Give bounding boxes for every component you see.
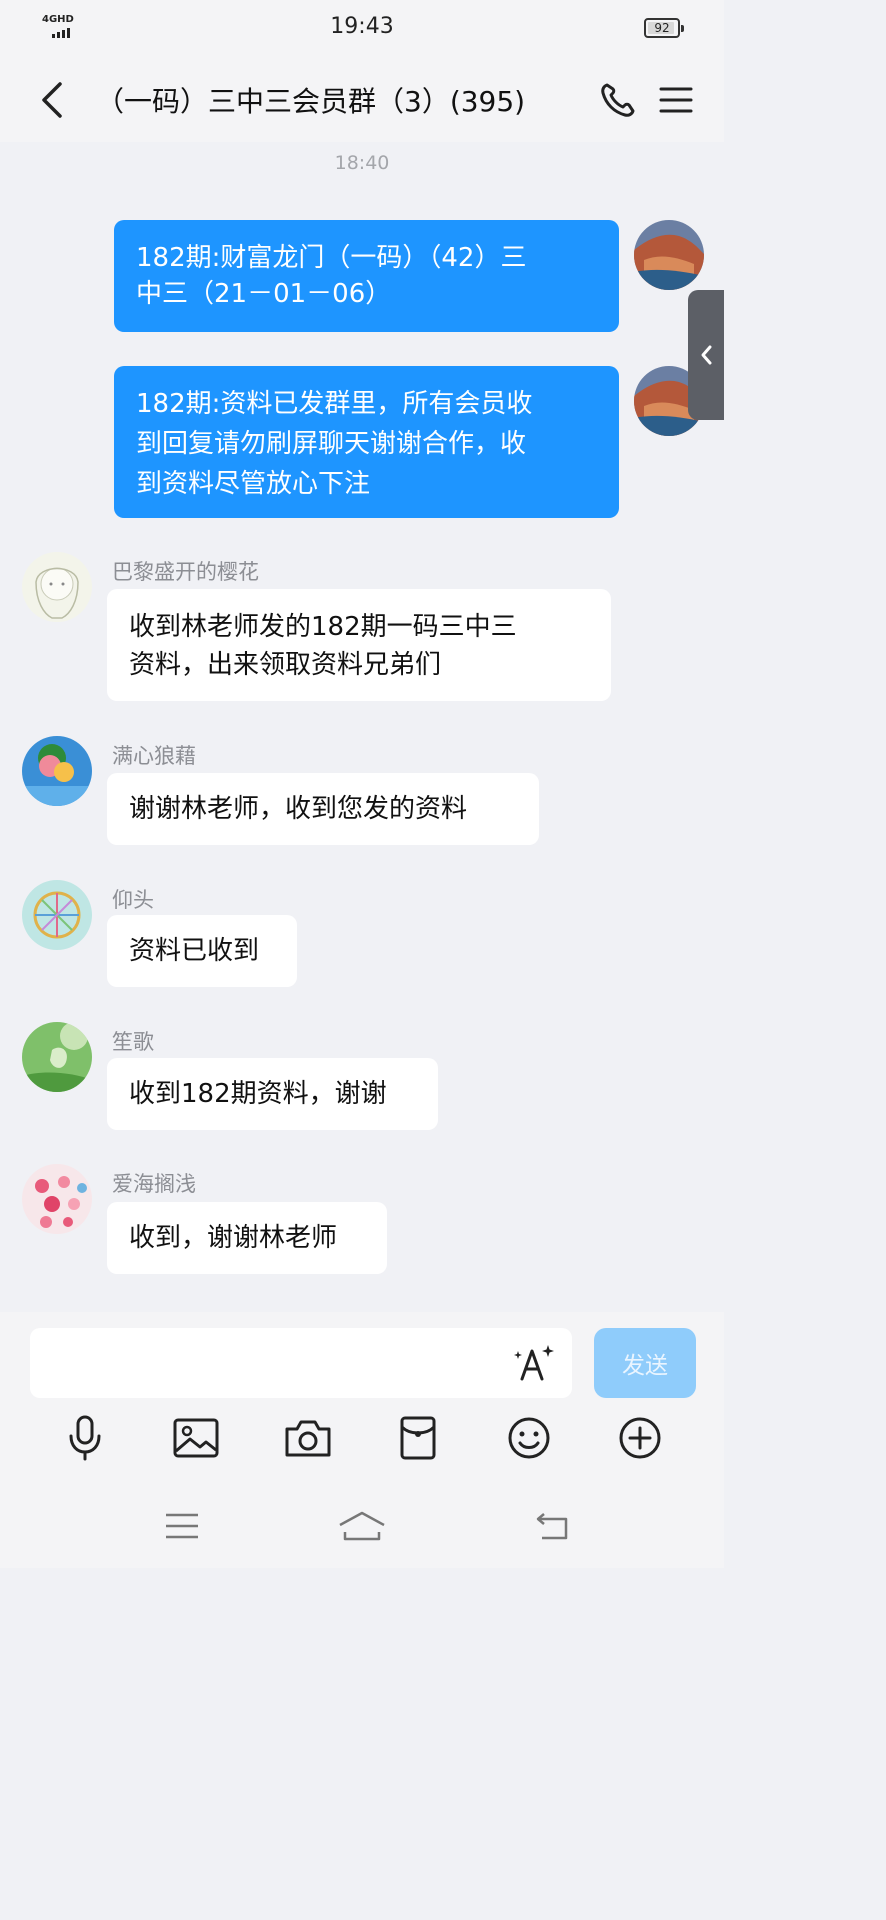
image-button[interactable] bbox=[166, 1408, 226, 1468]
plus-icon bbox=[619, 1417, 661, 1459]
message-line: 收到，谢谢林老师 bbox=[129, 1223, 338, 1253]
message-line: 谢谢林老师，收到您发的资料 bbox=[129, 794, 468, 824]
nav-menu-button[interactable] bbox=[152, 1504, 212, 1548]
phone-icon bbox=[601, 83, 635, 117]
font-sparkle-icon bbox=[514, 1345, 554, 1381]
incoming-message-bubble[interactable]: 收到，谢谢林老师 bbox=[107, 1202, 387, 1274]
sender-name: 巴黎盛开的樱花 bbox=[112, 560, 259, 584]
emoji-icon bbox=[508, 1417, 550, 1459]
message-line: 182期:资料已发群里，所有会员收 bbox=[136, 389, 533, 419]
red-packet-icon bbox=[400, 1416, 436, 1460]
sender-avatar[interactable] bbox=[22, 552, 92, 622]
avatar-image bbox=[22, 736, 92, 806]
message-line: 到资料尽管放心下注 bbox=[136, 469, 371, 499]
sender-name: 满心狼藉 bbox=[112, 744, 196, 768]
message-line: 资料，出来领取资料兄弟们 bbox=[129, 650, 442, 680]
sender-avatar[interactable] bbox=[22, 880, 92, 950]
send-button[interactable]: 发送 bbox=[594, 1328, 696, 1398]
sender-name: 仰头 bbox=[112, 888, 154, 912]
back-icon bbox=[536, 1513, 568, 1540]
sender-avatar[interactable] bbox=[22, 736, 92, 806]
message-timestamp: 18:40 bbox=[334, 152, 390, 174]
sender-name: 爱海搁浅 bbox=[112, 1172, 196, 1196]
image-icon bbox=[173, 1418, 219, 1458]
hamburger-menu-icon bbox=[659, 87, 693, 113]
chat-title: （一码）三中三会员群（3）(395) bbox=[96, 85, 526, 118]
menu-button[interactable] bbox=[652, 76, 700, 124]
battery-icon: 92 bbox=[644, 18, 684, 38]
incoming-message-bubble[interactable]: 收到182期资料，谢谢 bbox=[107, 1058, 438, 1130]
avatar-image bbox=[22, 552, 92, 622]
message-line: 中三（21－01－06） bbox=[136, 279, 392, 309]
sender-avatar[interactable] bbox=[22, 1022, 92, 1092]
incoming-message-bubble[interactable]: 谢谢林老师，收到您发的资料 bbox=[107, 773, 539, 845]
side-panel-tab[interactable] bbox=[688, 290, 724, 420]
camera-icon bbox=[285, 1420, 331, 1457]
chat-header: （一码）三中三会员群（3）(395) bbox=[0, 56, 724, 142]
emoji-button[interactable] bbox=[499, 1408, 559, 1468]
composer: 发送 bbox=[0, 1312, 724, 1568]
incoming-message-bubble[interactable]: 资料已收到 bbox=[107, 915, 297, 987]
avatar-image bbox=[22, 1164, 92, 1234]
self-avatar[interactable] bbox=[634, 220, 704, 290]
battery-level: 92 bbox=[654, 21, 670, 35]
more-button[interactable] bbox=[610, 1408, 670, 1468]
sender-avatar[interactable] bbox=[22, 1164, 92, 1234]
call-button[interactable] bbox=[594, 76, 642, 124]
menu-icon bbox=[166, 1513, 198, 1539]
outgoing-message-bubble[interactable]: 182期:财富龙门（一码）（42）三 中三（21－01－06） bbox=[114, 220, 619, 332]
message-line: 资料已收到 bbox=[129, 936, 260, 966]
incoming-message-bubble[interactable]: 收到林老师发的182期一码三中三 资料，出来领取资料兄弟们 bbox=[107, 589, 611, 701]
avatar-image bbox=[22, 880, 92, 950]
status-time: 19:43 bbox=[330, 14, 394, 39]
chevron-left-icon bbox=[701, 345, 712, 365]
back-button[interactable] bbox=[30, 78, 74, 122]
red-packet-button[interactable] bbox=[388, 1408, 448, 1468]
text-style-button[interactable] bbox=[510, 1340, 558, 1386]
outgoing-message-bubble[interactable]: 182期:资料已发群里，所有会员收 到回复请勿刷屏聊天谢谢合作，收 到资料尽管放… bbox=[114, 366, 619, 518]
avatar-image bbox=[634, 220, 704, 290]
message-input[interactable] bbox=[30, 1328, 572, 1398]
camera-button[interactable] bbox=[278, 1408, 338, 1468]
home-icon bbox=[339, 1511, 385, 1541]
microphone-icon bbox=[69, 1415, 101, 1461]
status-bar: 4GHD 19:43 92 bbox=[0, 0, 724, 56]
nav-back-button[interactable] bbox=[522, 1504, 582, 1548]
sender-name: 笙歌 bbox=[112, 1030, 154, 1054]
message-line: 收到182期资料，谢谢 bbox=[129, 1079, 387, 1109]
message-line: 到回复请勿刷屏聊天谢谢合作，收 bbox=[136, 429, 527, 459]
chevron-left-icon bbox=[42, 82, 62, 118]
message-line: 182期:财富龙门（一码）（42）三 bbox=[136, 243, 527, 273]
voice-button[interactable] bbox=[55, 1408, 115, 1468]
avatar-image bbox=[22, 1022, 92, 1092]
nav-home-button[interactable] bbox=[332, 1504, 392, 1548]
message-line: 收到林老师发的182期一码三中三 bbox=[129, 612, 517, 642]
